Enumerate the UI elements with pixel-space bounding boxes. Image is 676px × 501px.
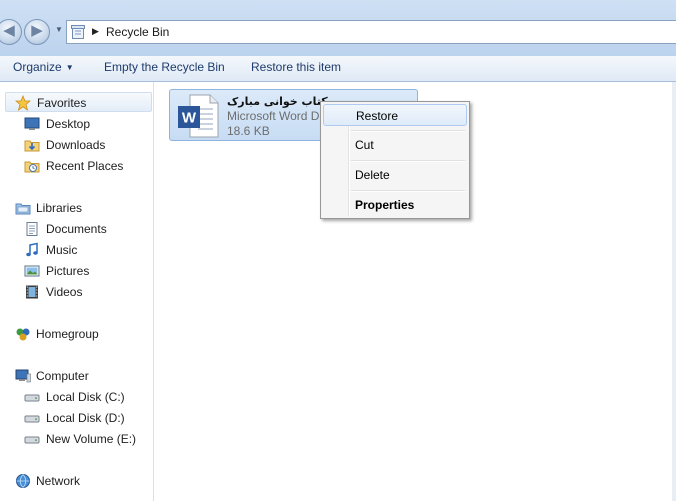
star-icon	[15, 95, 31, 111]
nav-item-local-disk-c[interactable]: Local Disk (C:)	[0, 387, 150, 407]
context-menu: Restore Cut Delete Properties	[320, 101, 470, 219]
navigation-pane[interactable]: Favorites Desktop Downloads Recent Place…	[0, 82, 154, 501]
nav-computer[interactable]: Computer	[0, 366, 150, 386]
documents-icon	[26, 222, 38, 236]
nav-item-documents[interactable]: Documents	[0, 219, 150, 239]
forward-arrow-icon: ▶	[31, 22, 43, 39]
nav-item-desktop-label: Desktop	[46, 117, 91, 131]
nav-item-downloads[interactable]: Downloads	[0, 135, 150, 155]
file-name: روز کتاب خوانی مبارک	[227, 95, 335, 108]
network-icon	[16, 474, 30, 488]
back-button[interactable]: ◀	[0, 19, 22, 45]
back-arrow-icon: ◀	[3, 22, 15, 39]
svg-text:W: W	[182, 110, 197, 127]
nav-item-documents-label: Documents	[46, 222, 107, 236]
menu-item-restore[interactable]: Restore	[323, 104, 467, 126]
recycle-bin-icon	[71, 25, 85, 39]
nav-item-downloads-label: Downloads	[46, 138, 106, 152]
address-bar: ◀ ▶ ▼ ▶ Recycle Bin	[0, 0, 676, 56]
nav-item-desktop[interactable]: Desktop	[0, 114, 150, 134]
menu-item-restore-label: Restore	[356, 109, 399, 123]
downloads-folder-icon	[24, 140, 40, 152]
chevron-down-icon: ▼	[65, 63, 74, 72]
organize-button[interactable]: Organize ▼	[13, 60, 74, 74]
menu-item-cut-label: Cut	[355, 138, 374, 152]
nav-homegroup[interactable]: Homegroup	[0, 324, 150, 344]
vertical-scrollbar[interactable]	[672, 82, 676, 501]
nav-favorites[interactable]: Favorites	[5, 92, 152, 112]
command-toolbar: Organize ▼ Empty the Recycle Bin Restore …	[0, 56, 676, 82]
nav-network-label: Network	[36, 474, 81, 488]
nav-item-local-disk-d-label: Local Disk (D:)	[46, 411, 125, 425]
menu-separator	[351, 190, 465, 192]
menu-item-cut[interactable]: Cut	[323, 134, 467, 156]
breadcrumb-arrow-icon[interactable]: ▶	[92, 26, 99, 37]
nav-item-recent-places[interactable]: Recent Places	[0, 156, 150, 176]
menu-item-delete-label: Delete	[355, 168, 390, 182]
restore-item-button[interactable]: Restore this item	[251, 60, 341, 74]
homegroup-icon	[16, 328, 30, 341]
pictures-icon	[24, 265, 40, 277]
nav-network[interactable]: Network	[0, 471, 150, 491]
nav-item-pictures-label: Pictures	[46, 264, 90, 278]
file-type: Microsoft Word D	[227, 109, 320, 123]
nav-computer-label: Computer	[36, 369, 89, 383]
menu-separator	[351, 130, 465, 132]
organize-label: Organize	[13, 60, 62, 74]
nav-favorites-label: Favorites	[37, 96, 87, 110]
nav-item-music[interactable]: Music	[0, 240, 150, 260]
libraries-icon	[15, 203, 31, 215]
nav-item-recent-places-label: Recent Places	[46, 159, 124, 173]
menu-item-properties[interactable]: Properties	[323, 194, 467, 216]
breadcrumb-recycle-bin[interactable]: Recycle Bin	[106, 25, 169, 39]
drive-icon	[24, 436, 40, 444]
nav-item-new-volume-e[interactable]: New Volume (E:)	[0, 429, 150, 449]
drive-icon	[24, 394, 40, 402]
nav-homegroup-label: Homegroup	[36, 327, 99, 341]
nav-item-new-volume-e-label: New Volume (E:)	[46, 432, 137, 446]
menu-separator	[351, 160, 465, 162]
nav-item-pictures[interactable]: Pictures	[0, 261, 150, 281]
nav-libraries[interactable]: Libraries	[0, 198, 150, 218]
menu-item-properties-label: Properties	[355, 198, 415, 212]
nav-libraries-label: Libraries	[36, 201, 83, 215]
drive-icon	[24, 415, 40, 423]
nav-item-local-disk-d[interactable]: Local Disk (D:)	[0, 408, 150, 428]
desktop-icon	[24, 117, 40, 130]
nav-item-music-label: Music	[46, 243, 78, 257]
recent-places-icon	[24, 161, 40, 173]
videos-icon	[26, 285, 38, 299]
file-size: 18.6 KB	[227, 124, 270, 138]
nav-item-videos[interactable]: Videos	[0, 282, 150, 302]
forward-button[interactable]: ▶	[24, 19, 50, 45]
nav-item-videos-label: Videos	[46, 285, 83, 299]
empty-recycle-bin-button[interactable]: Empty the Recycle Bin	[104, 60, 225, 74]
music-icon	[26, 242, 38, 257]
menu-item-delete[interactable]: Delete	[323, 164, 467, 186]
address-field[interactable]: ▶ Recycle Bin	[66, 20, 676, 44]
recent-pages-dropdown-icon[interactable]: ▼	[55, 25, 63, 34]
word-document-icon: W	[178, 94, 219, 138]
computer-icon	[15, 369, 31, 383]
nav-item-local-disk-c-label: Local Disk (C:)	[46, 390, 125, 404]
